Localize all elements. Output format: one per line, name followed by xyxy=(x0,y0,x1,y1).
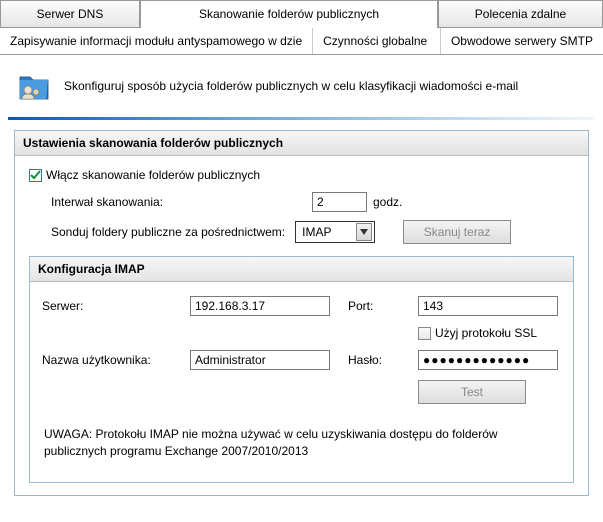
tab-dns[interactable]: Serwer DNS xyxy=(0,0,140,27)
interval-unit: godz. xyxy=(373,195,402,209)
subtab-global-actions[interactable]: Czynności globalne xyxy=(313,28,441,54)
username-input[interactable] xyxy=(190,350,330,370)
subtab-row: Zapisywanie informacji modułu antyspamow… xyxy=(0,28,603,55)
poll-label: Sonduj foldery publiczne za pośrednictwe… xyxy=(51,225,285,239)
poll-row: Sonduj foldery publiczne za pośrednictwe… xyxy=(29,220,574,244)
page-header: Skonfiguruj sposób użycia folderów publi… xyxy=(0,55,603,117)
ssl-checkbox[interactable] xyxy=(418,327,431,340)
btn-label: Skanuj teraz xyxy=(424,225,491,239)
folder-users-icon xyxy=(18,69,52,103)
subtab-smtp-perimeter[interactable]: Obwodowe serwery SMTP xyxy=(441,28,603,54)
tab-label: Serwer DNS xyxy=(37,7,104,21)
tabs-row: Serwer DNS Skanowanie folderów publiczny… xyxy=(0,0,603,28)
enable-scan-checkbox[interactable] xyxy=(29,169,42,182)
subtab-antispam-log[interactable]: Zapisywanie informacji modułu antyspamow… xyxy=(0,28,313,54)
poll-select[interactable]: IMAP xyxy=(295,221,375,243)
chevron-down-icon xyxy=(356,223,372,241)
btn-label: Test xyxy=(461,385,483,399)
port-input[interactable] xyxy=(418,296,558,316)
imap-config-section: Konfiguracja IMAP Serwer: Port: Użyj pro… xyxy=(29,256,574,483)
password-label: Hasło: xyxy=(348,353,410,367)
scan-now-button[interactable]: Skanuj teraz xyxy=(403,220,511,244)
tab-label: Skanowanie folderów publicznych xyxy=(199,7,379,21)
section-title: Ustawienia skanowania folderów publiczny… xyxy=(15,131,588,156)
subtab-label: Obwodowe serwery SMTP xyxy=(451,34,593,48)
username-label: Nazwa użytkownika: xyxy=(42,353,182,367)
tab-remote-commands[interactable]: Polecenia zdalne xyxy=(438,0,603,27)
page-header-text: Skonfiguruj sposób użycia folderów publi… xyxy=(64,79,518,93)
divider xyxy=(8,117,595,120)
port-label: Port: xyxy=(348,299,410,313)
enable-scan-row: Włącz skanowanie folderów publicznych xyxy=(29,168,574,182)
interval-input[interactable] xyxy=(312,192,367,212)
server-input[interactable] xyxy=(190,296,330,316)
poll-select-value: IMAP xyxy=(302,225,331,239)
imap-title: Konfiguracja IMAP xyxy=(30,257,573,282)
password-input[interactable] xyxy=(418,350,558,370)
ssl-row: Użyj protokołu SSL xyxy=(418,326,568,340)
subtab-label: Czynności globalne xyxy=(323,34,427,48)
subtab-label: Zapisywanie informacji modułu antyspamow… xyxy=(10,34,302,48)
test-button[interactable]: Test xyxy=(418,380,526,404)
interval-row: Interwał skanowania: godz. xyxy=(29,192,574,212)
imap-note: UWAGA: Protokołu IMAP nie można używać w… xyxy=(44,426,559,460)
interval-label: Interwał skanowania: xyxy=(51,195,306,209)
enable-scan-label: Włącz skanowanie folderów publicznych xyxy=(46,168,260,182)
ssl-label: Użyj protokołu SSL xyxy=(435,326,537,340)
tab-label: Polecenia zdalne xyxy=(475,7,566,21)
tab-public-folders[interactable]: Skanowanie folderów publicznych xyxy=(140,0,438,27)
server-label: Serwer: xyxy=(42,299,182,313)
scan-settings-section: Ustawienia skanowania folderów publiczny… xyxy=(14,130,589,496)
